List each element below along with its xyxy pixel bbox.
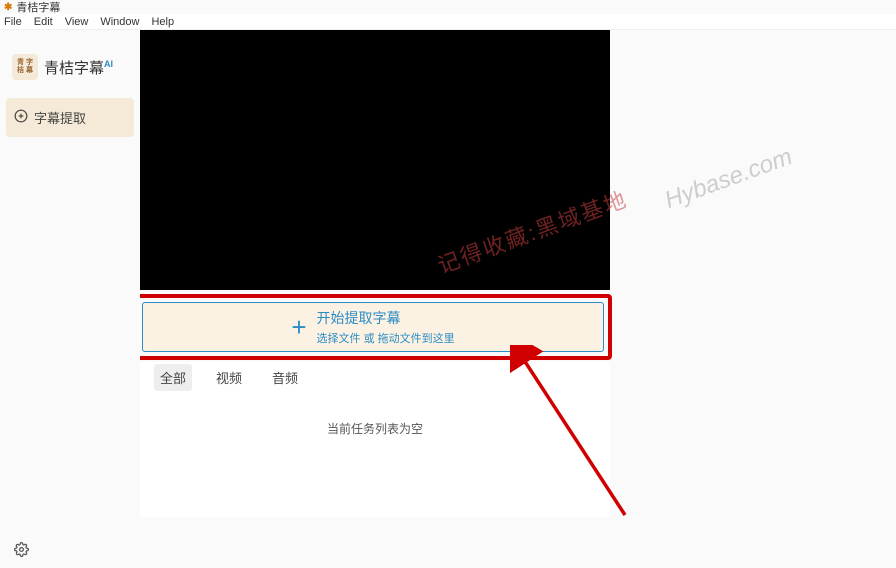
app-title: 青桔字幕 — [16, 0, 60, 15]
task-list-panel: 当前任务列表为空 — [140, 392, 610, 517]
content: 青 字 桔 幕 青桔字幕AI 字幕提取 + 开始提取字幕 选择文件 或 拖动文件 — [0, 30, 896, 568]
menubar: File Edit View Window Help — [0, 14, 896, 30]
brand-logo: 青 字 桔 幕 — [12, 54, 38, 80]
menu-view[interactable]: View — [65, 16, 89, 28]
sidebar: 青 字 桔 幕 青桔字幕AI 字幕提取 — [0, 30, 140, 568]
menu-help[interactable]: Help — [151, 16, 174, 28]
brand-ai-badge: AI — [104, 59, 113, 69]
extract-title: 开始提取字幕 — [317, 308, 455, 328]
start-extract-button[interactable]: + 开始提取字幕 选择文件 或 拖动文件到这里 — [142, 302, 604, 352]
menu-file[interactable]: File — [4, 16, 22, 28]
tab-all[interactable]: 全部 — [154, 364, 192, 391]
brand: 青 字 桔 幕 青桔字幕AI — [0, 54, 140, 98]
brand-name-wrap: 青桔字幕AI — [44, 57, 113, 78]
task-tabs: 全部 视频 音频 — [140, 362, 610, 392]
menu-window[interactable]: Window — [100, 16, 139, 28]
gear-icon — [14, 542, 29, 557]
sidebar-item-extract[interactable]: 字幕提取 — [6, 98, 134, 137]
titlebar: ✱ 青桔字幕 — [0, 0, 896, 14]
extract-subtitle: 选择文件 或 拖动文件到这里 — [317, 330, 455, 346]
sidebar-item-label: 字幕提取 — [34, 108, 86, 127]
tab-audio[interactable]: 音频 — [266, 364, 304, 391]
main-panel: + 开始提取字幕 选择文件 或 拖动文件到这里 全部 视频 音频 当前任务列表为… — [140, 30, 896, 568]
annotation-highlight: + 开始提取字幕 选择文件 或 拖动文件到这里 — [134, 294, 612, 360]
brand-name: 青桔字幕 — [44, 60, 104, 77]
plus-circle-icon — [14, 109, 28, 126]
extract-text-group: 开始提取字幕 选择文件 或 拖动文件到这里 — [317, 308, 455, 346]
video-preview — [140, 30, 610, 290]
tab-video[interactable]: 视频 — [210, 364, 248, 391]
plus-icon: + — [291, 314, 306, 340]
settings-button[interactable] — [14, 542, 29, 560]
menu-edit[interactable]: Edit — [34, 16, 53, 28]
app-icon: ✱ — [4, 2, 12, 13]
empty-state-text: 当前任务列表为空 — [327, 420, 423, 437]
